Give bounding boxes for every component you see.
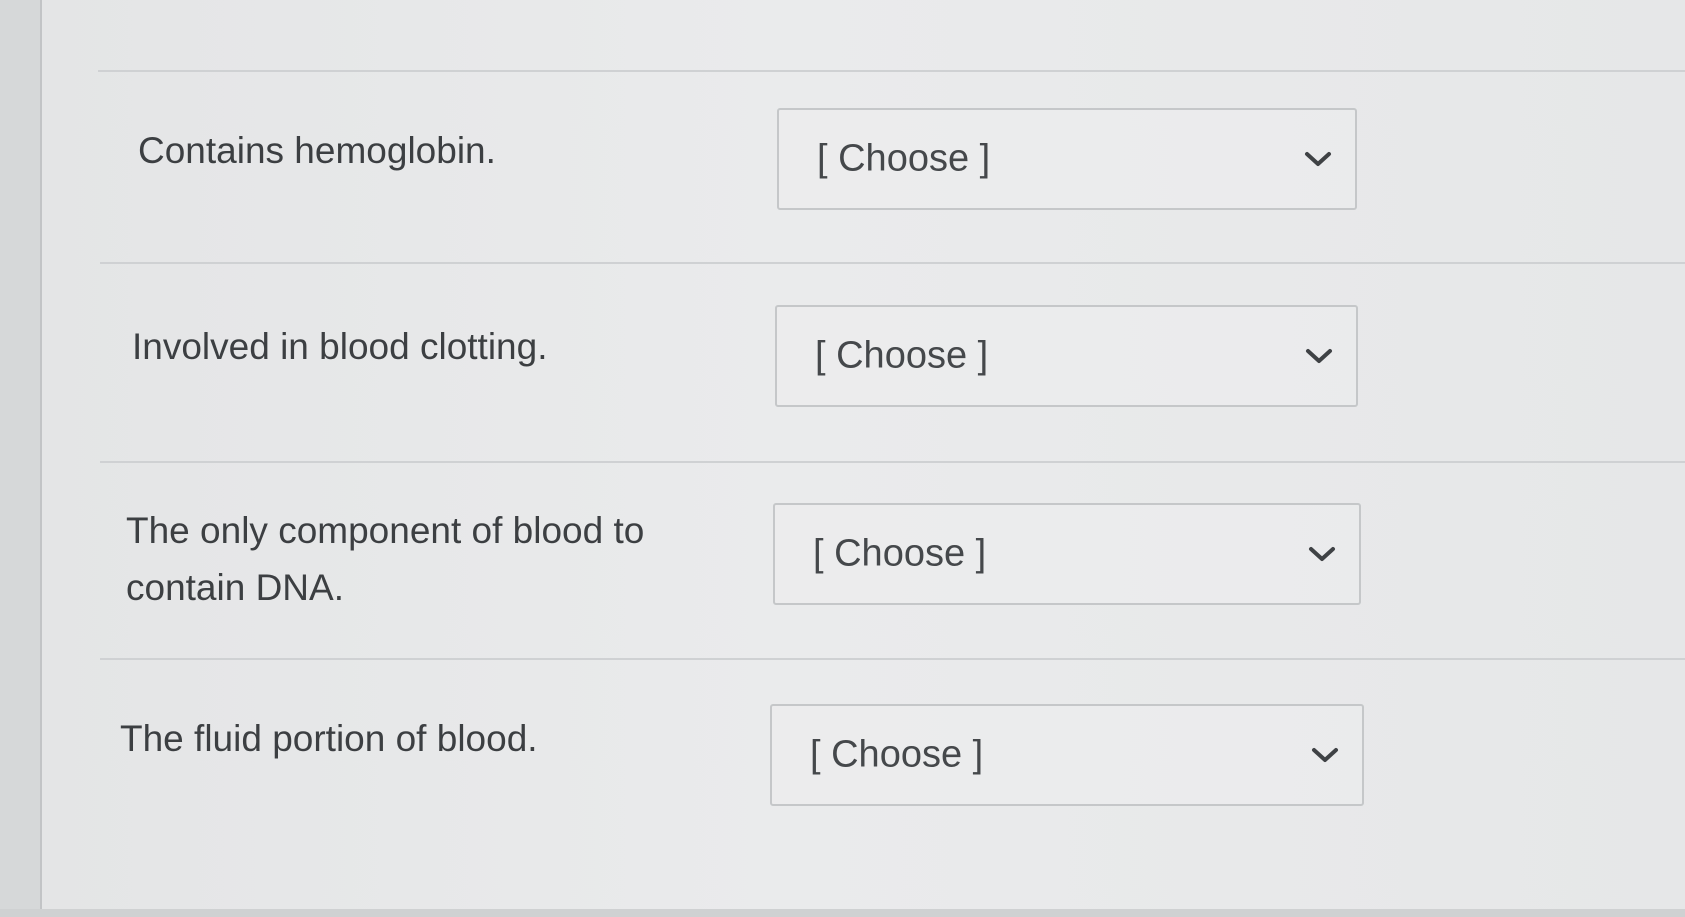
question-prompt-2: Involved in blood clotting. [132,326,548,367]
dropdown-selected-value-3: [ Choose ] [813,532,987,575]
answer-dropdown-1[interactable]: [ Choose ] [777,108,1357,210]
answer-dropdown-2[interactable]: [ Choose ] [775,305,1358,407]
row-divider-2 [100,461,1685,463]
question-prompt-4: The fluid portion of blood. [120,718,538,759]
question-prompt-1: Contains hemoglobin. [138,130,496,171]
row-divider-1 [100,262,1685,264]
dropdown-selected-value-4: [ Choose ] [810,733,984,776]
chevron-down-icon [1305,152,1331,166]
answer-dropdown-4[interactable]: [ Choose ] [770,704,1364,806]
chevron-down-icon [1309,547,1335,561]
question-prompt-3: The only component of blood to contain D… [126,510,645,608]
answer-dropdown-3[interactable]: [ Choose ] [773,503,1361,605]
chevron-down-icon [1312,748,1338,762]
dropdown-selected-value-1: [ Choose ] [817,137,991,180]
panel-bottom-edge [0,909,1685,917]
chevron-down-icon [1306,349,1332,363]
row-divider-3 [100,658,1685,660]
dropdown-selected-value-2: [ Choose ] [815,334,989,377]
row-divider-top [98,70,1685,72]
